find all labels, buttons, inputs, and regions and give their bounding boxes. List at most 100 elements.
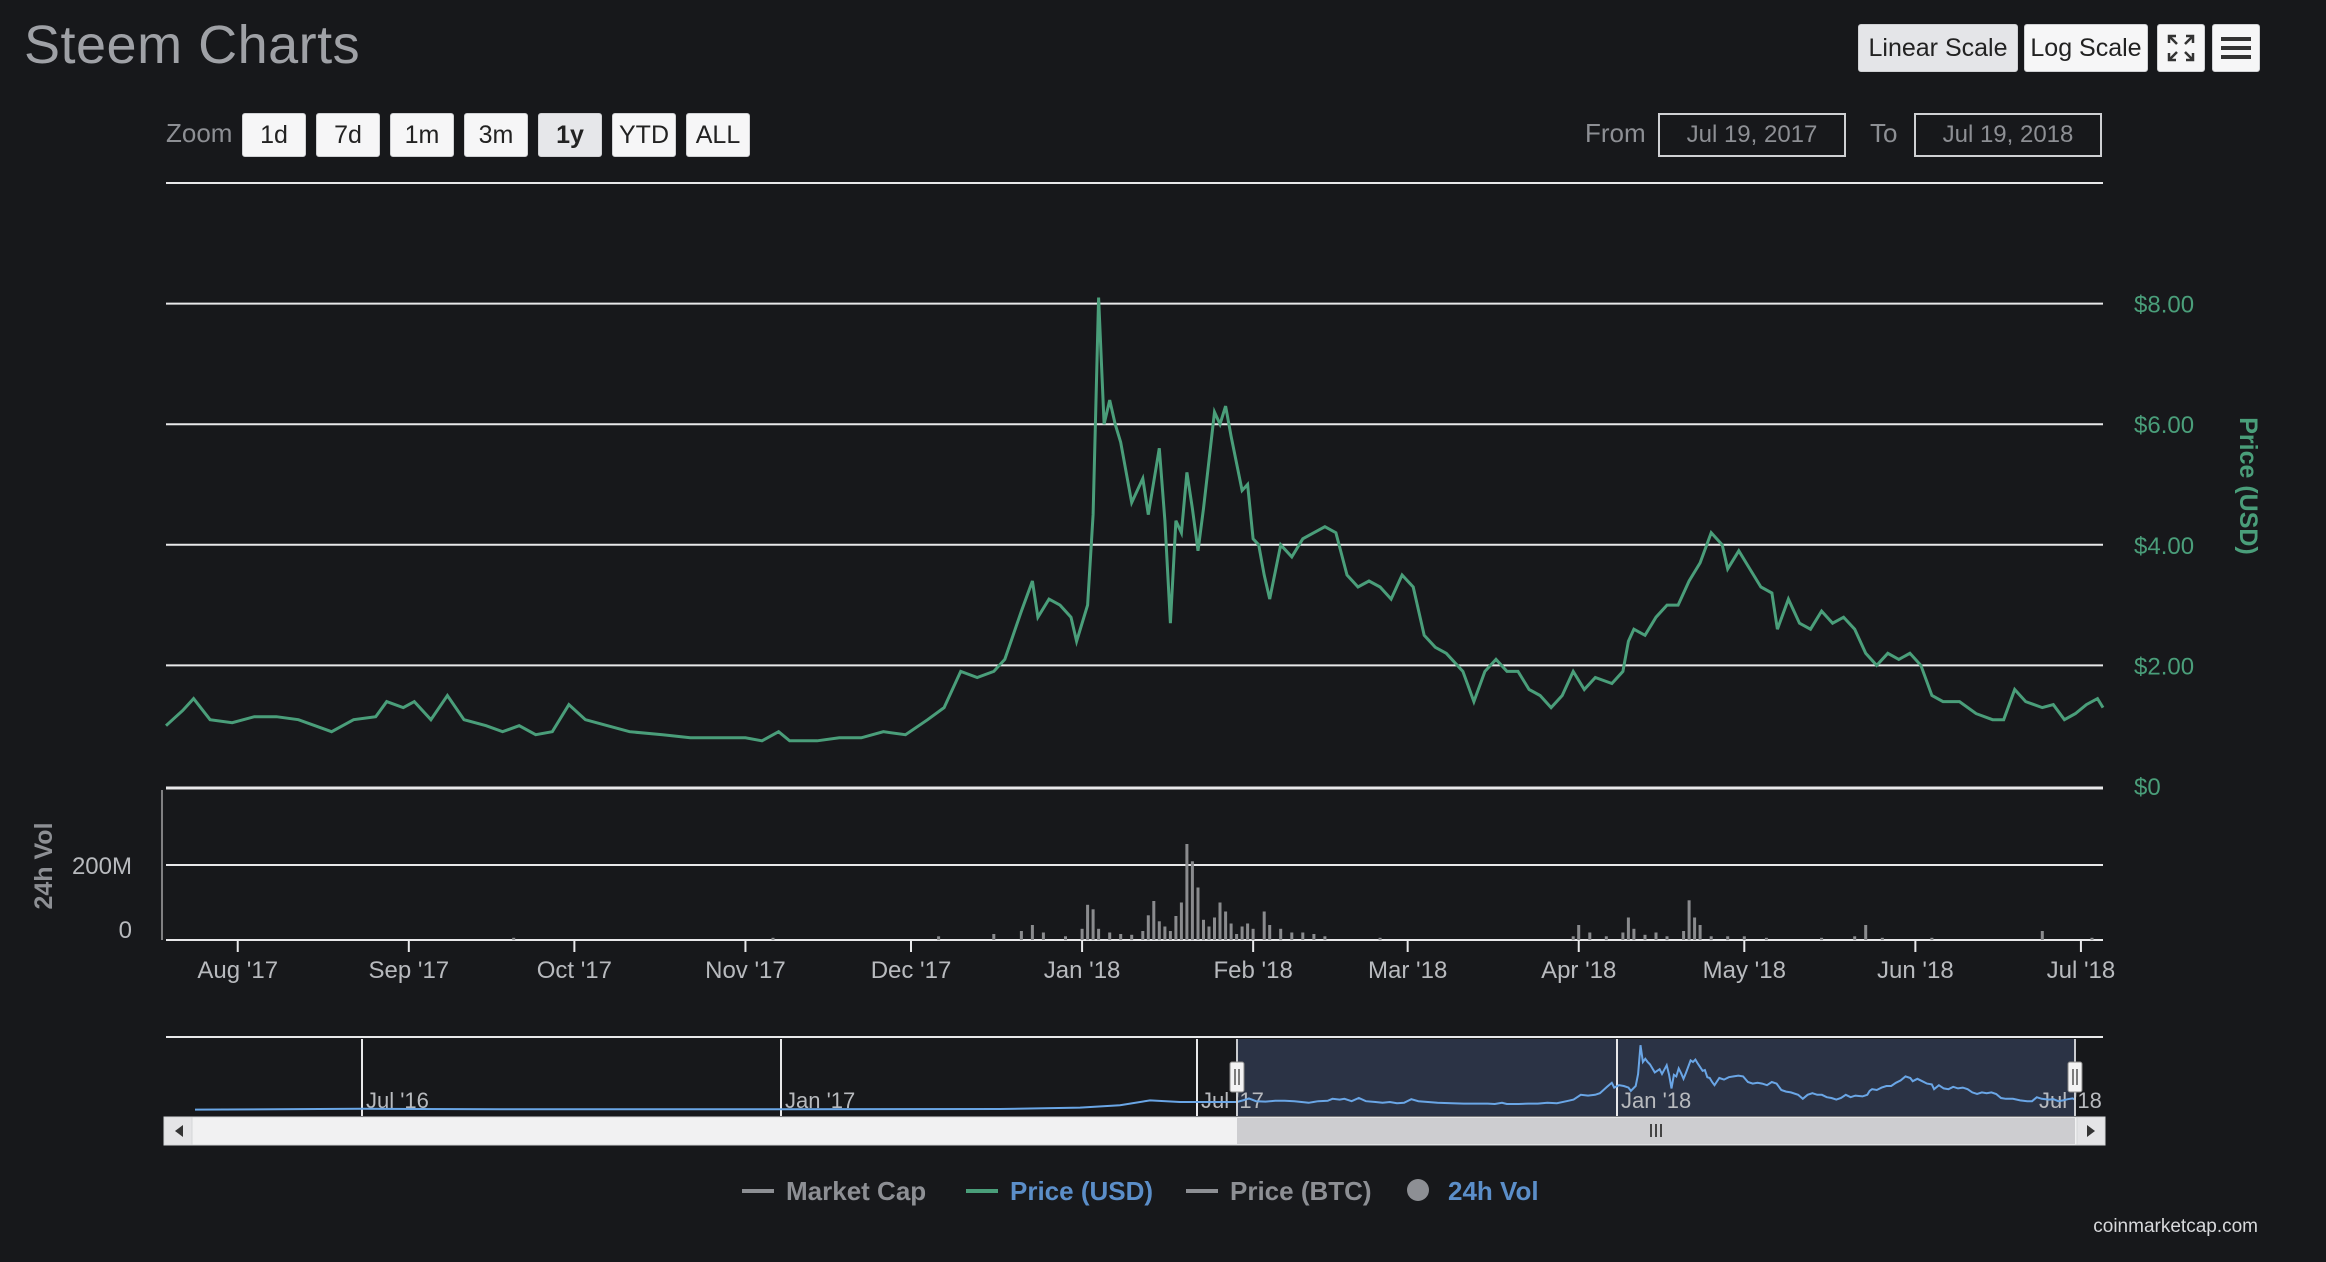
volume-bar [1378,937,1382,941]
volume-bar [1626,917,1630,940]
volume-tick-label: 0 [119,917,132,944]
volume-bar [1196,887,1200,940]
volume-bar [937,936,941,941]
legend-item-price-usd[interactable]: Price (USD) [966,1176,1153,1206]
volume-axis-title: 24h Vol [30,822,58,909]
volume-bar [1179,902,1183,940]
volume-bar [1207,926,1211,940]
price-usd-line [164,297,2105,743]
volume-bar [1312,934,1316,940]
x-tick-label: Jul '18 [2047,957,2116,984]
x-tick-label: Sep '17 [368,957,449,984]
x-tick-label: Jan '18 [1044,957,1121,984]
volume-bar [1577,925,1581,940]
volume-bar [1588,932,1592,940]
volume-bar [1174,916,1178,940]
volume-bar [1709,936,1713,941]
volume-bar [1251,928,1255,941]
volume-bar [1268,925,1272,940]
volume-bar [2040,931,2044,940]
price-tick-label: $2.00 [2134,653,2194,680]
x-tick-label: Jun '18 [1877,957,1954,984]
legend-label: Market Cap [786,1176,926,1206]
x-tick-label: Dec '17 [871,957,952,984]
volume-bar [1091,909,1095,941]
volume-bar [992,934,996,940]
x-tick-label: May '18 [1703,957,1786,984]
volume-bars [512,844,2094,941]
chart-grid [161,182,2103,941]
volume-bar [1108,932,1112,940]
volume-bar [1323,936,1327,941]
volume-bar [1698,925,1702,940]
legend-item-24h-vol[interactable]: 24h Vol [1407,1176,1539,1206]
volume-bar [1041,932,1045,940]
volume-bar [1726,936,1730,941]
volume-bar [1621,932,1625,940]
volume-bar [771,937,775,941]
price-tick-label: $0 [2134,774,2161,801]
volume-bar [1229,923,1233,940]
legend-marker [1407,1179,1429,1201]
volume-bar [512,937,516,941]
volume-bar [1019,931,1023,940]
volume-bar [1864,925,1868,940]
volume-bar [1693,917,1697,940]
x-tick-label: Nov '17 [705,957,786,984]
volume-bar [1152,901,1156,940]
volume-bar [1235,934,1239,940]
volume-tick-label: 200M [72,853,132,880]
navigator[interactable]: Jul '16 Jan '17 Jul '17 Jan '18 Jul '18 [166,1036,2103,1116]
x-axis: Aug '17 Sep '17 Oct '17 Nov '17 Dec '17 Jan '… [197,940,2115,984]
price-axis: $0 $2.00 $4.00 $6.00 $8.00 [2134,292,2194,801]
volume-bar [1097,928,1101,941]
volume-bar [1764,937,1768,941]
volume-bar [2090,937,2094,941]
volume-bar [1146,915,1150,941]
volume-bar [1654,932,1658,940]
volume-bar [1086,904,1090,941]
volume-bar [1571,936,1575,941]
volume-bar [1202,919,1205,941]
volume-bar [1080,928,1084,941]
volume-bar [1157,921,1161,941]
volume-bar [1030,925,1034,940]
volume-bar [1665,936,1669,941]
volume-bar [1301,932,1305,940]
volume-bar [1262,911,1266,940]
volume-bar [1880,937,1884,941]
volume-bar [1604,936,1608,941]
price-axis-title: Price (USD) [2234,417,2262,555]
volume-bar [1224,911,1228,940]
volume-bar [1190,861,1194,941]
volume-bar [1246,923,1250,940]
legend-item-market-cap[interactable]: Market Cap [742,1176,926,1206]
price-chart: $0 $2.00 $4.00 $6.00 $8.00 Price (USD) 0 200M… [30,182,2262,1206]
volume-bar [1213,917,1216,940]
volume-bar [1130,934,1134,941]
legend-label: 24h Vol [1448,1176,1539,1206]
legend-item-price-btc[interactable]: Price (BTC) [1186,1176,1372,1206]
x-tick-label: Feb '18 [1213,957,1292,984]
credit-link[interactable]: coinmarketcap.com [2093,1216,2258,1238]
volume-bar [1168,931,1172,940]
volume-bar [1240,926,1244,940]
price-tick-label: $8.00 [2134,292,2194,319]
price-tick-label: $6.00 [2134,412,2194,439]
volume-bar [1119,934,1123,940]
navigator-right-handle[interactable] [2067,1061,2083,1093]
navigator-scrollbar[interactable] [163,1116,2106,1146]
x-tick-label: Mar '18 [1368,957,1447,984]
volume-bar [1290,932,1294,940]
navigator-left-handle[interactable] [1229,1061,1245,1093]
volume-bar [1218,902,1222,940]
volume-bar [1185,844,1189,940]
volume-bar [1742,936,1746,941]
x-tick-label: Oct '17 [537,957,612,984]
x-tick-label: Aug '17 [197,957,278,984]
chart-legend: Market Cap Price (USD) Price (BTC) 24h Vol [742,1176,1539,1206]
volume-bar [1687,900,1691,941]
volume-bar [1632,928,1636,941]
legend-label: Price (BTC) [1230,1176,1372,1206]
legend-label: Price (USD) [1010,1176,1153,1206]
